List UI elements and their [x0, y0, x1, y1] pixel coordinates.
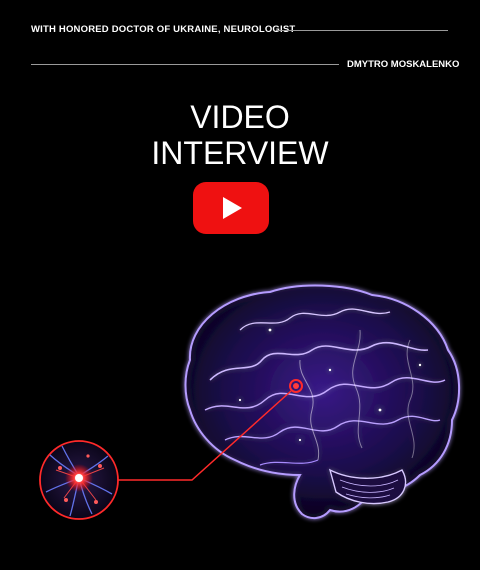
middle-divider	[31, 64, 339, 65]
author-name: DMYTRO MOSKALENKO	[347, 59, 460, 70]
brain-illustration	[39, 284, 461, 520]
title-line-1: VIDEO	[190, 99, 290, 135]
play-icon	[223, 197, 242, 219]
neuron-closeup	[39, 440, 119, 520]
top-divider	[276, 30, 448, 31]
title-line-2: INTERVIEW	[151, 135, 329, 171]
youtube-play-button[interactable]	[193, 182, 269, 234]
brain-shape	[184, 284, 461, 520]
subtitle-text: WITH HONORED DOCTOR OF UKRAINE, NEUROLOG…	[31, 24, 296, 35]
